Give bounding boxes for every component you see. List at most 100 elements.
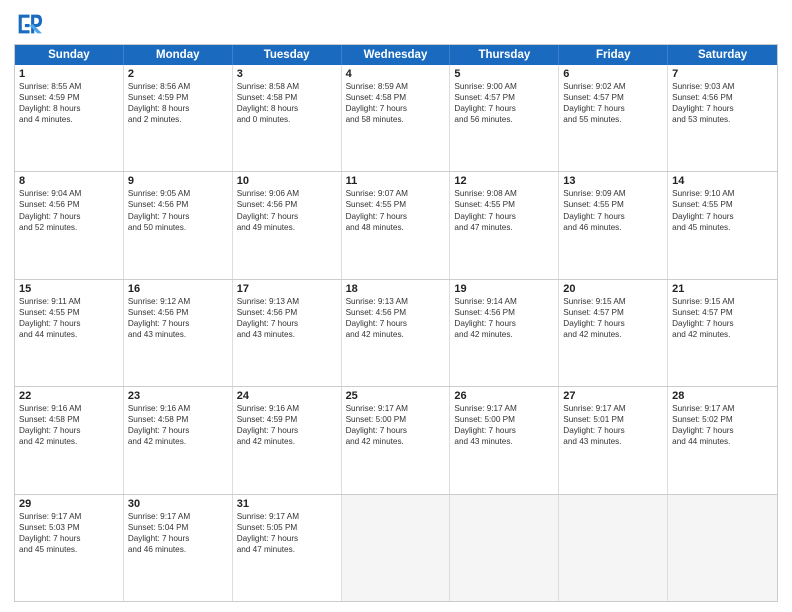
cell-line: Daylight: 8 hours xyxy=(128,103,228,114)
cell-line: and 42 minutes. xyxy=(19,436,119,447)
col-header-sunday: Sunday xyxy=(15,45,124,65)
day-number: 5 xyxy=(454,68,554,80)
cell-line: Sunset: 4:59 PM xyxy=(19,92,119,103)
cell-line: Sunrise: 9:15 AM xyxy=(672,296,773,307)
col-header-tuesday: Tuesday xyxy=(233,45,342,65)
day-cell-8: 8Sunrise: 9:04 AMSunset: 4:56 PMDaylight… xyxy=(15,172,124,278)
empty-cell xyxy=(559,495,668,601)
day-number: 6 xyxy=(563,68,663,80)
day-cell-16: 16Sunrise: 9:12 AMSunset: 4:56 PMDayligh… xyxy=(124,280,233,386)
cell-line: Sunrise: 9:02 AM xyxy=(563,81,663,92)
calendar-header: SundayMondayTuesdayWednesdayThursdayFrid… xyxy=(15,45,777,65)
day-number: 2 xyxy=(128,68,228,80)
cell-line: Sunset: 4:56 PM xyxy=(128,307,228,318)
logo xyxy=(14,10,46,38)
cell-line: Sunset: 4:58 PM xyxy=(346,92,446,103)
day-cell-18: 18Sunrise: 9:13 AMSunset: 4:56 PMDayligh… xyxy=(342,280,451,386)
cell-line: Sunrise: 9:11 AM xyxy=(19,296,119,307)
day-number: 3 xyxy=(237,68,337,80)
day-cell-22: 22Sunrise: 9:16 AMSunset: 4:58 PMDayligh… xyxy=(15,387,124,493)
day-number: 19 xyxy=(454,283,554,295)
cell-line: Daylight: 7 hours xyxy=(346,103,446,114)
day-cell-2: 2Sunrise: 8:56 AMSunset: 4:59 PMDaylight… xyxy=(124,65,233,171)
cell-line: Sunrise: 9:13 AM xyxy=(237,296,337,307)
day-cell-6: 6Sunrise: 9:02 AMSunset: 4:57 PMDaylight… xyxy=(559,65,668,171)
cell-line: Daylight: 7 hours xyxy=(563,318,663,329)
cell-line: Sunset: 4:58 PM xyxy=(128,414,228,425)
day-cell-20: 20Sunrise: 9:15 AMSunset: 4:57 PMDayligh… xyxy=(559,280,668,386)
calendar-body: 1Sunrise: 8:55 AMSunset: 4:59 PMDaylight… xyxy=(15,65,777,601)
cell-line: Daylight: 7 hours xyxy=(19,425,119,436)
cell-line: Daylight: 8 hours xyxy=(19,103,119,114)
cell-line: and 47 minutes. xyxy=(237,544,337,555)
day-number: 11 xyxy=(346,175,446,187)
cell-line: and 2 minutes. xyxy=(128,114,228,125)
day-cell-29: 29Sunrise: 9:17 AMSunset: 5:03 PMDayligh… xyxy=(15,495,124,601)
cell-line: Sunrise: 9:04 AM xyxy=(19,188,119,199)
cell-line: and 49 minutes. xyxy=(237,222,337,233)
day-cell-5: 5Sunrise: 9:00 AMSunset: 4:57 PMDaylight… xyxy=(450,65,559,171)
day-number: 15 xyxy=(19,283,119,295)
cell-line: Sunrise: 8:55 AM xyxy=(19,81,119,92)
week-row-4: 22Sunrise: 9:16 AMSunset: 4:58 PMDayligh… xyxy=(15,387,777,494)
day-cell-14: 14Sunrise: 9:10 AMSunset: 4:55 PMDayligh… xyxy=(668,172,777,278)
day-cell-25: 25Sunrise: 9:17 AMSunset: 5:00 PMDayligh… xyxy=(342,387,451,493)
day-cell-9: 9Sunrise: 9:05 AMSunset: 4:56 PMDaylight… xyxy=(124,172,233,278)
cell-line: and 42 minutes. xyxy=(563,329,663,340)
cell-line: Sunset: 5:02 PM xyxy=(672,414,773,425)
day-number: 14 xyxy=(672,175,773,187)
cell-line: Daylight: 7 hours xyxy=(128,318,228,329)
day-number: 17 xyxy=(237,283,337,295)
cell-line: and 55 minutes. xyxy=(563,114,663,125)
cell-line: Sunset: 4:56 PM xyxy=(237,307,337,318)
cell-line: Sunrise: 9:12 AM xyxy=(128,296,228,307)
day-cell-3: 3Sunrise: 8:58 AMSunset: 4:58 PMDaylight… xyxy=(233,65,342,171)
day-number: 28 xyxy=(672,390,773,402)
cell-line: Daylight: 7 hours xyxy=(128,533,228,544)
cell-line: Daylight: 7 hours xyxy=(237,318,337,329)
cell-line: Sunset: 4:58 PM xyxy=(19,414,119,425)
day-cell-12: 12Sunrise: 9:08 AMSunset: 4:55 PMDayligh… xyxy=(450,172,559,278)
day-cell-28: 28Sunrise: 9:17 AMSunset: 5:02 PMDayligh… xyxy=(668,387,777,493)
day-number: 13 xyxy=(563,175,663,187)
cell-line: Daylight: 7 hours xyxy=(237,211,337,222)
cell-line: Sunrise: 9:17 AM xyxy=(346,403,446,414)
day-cell-4: 4Sunrise: 8:59 AMSunset: 4:58 PMDaylight… xyxy=(342,65,451,171)
cell-line: Daylight: 7 hours xyxy=(454,211,554,222)
cell-line: Sunrise: 8:58 AM xyxy=(237,81,337,92)
empty-cell xyxy=(668,495,777,601)
cell-line: and 46 minutes. xyxy=(128,544,228,555)
cell-line: Daylight: 7 hours xyxy=(128,211,228,222)
cell-line: Sunrise: 9:17 AM xyxy=(237,511,337,522)
cell-line: and 48 minutes. xyxy=(346,222,446,233)
cell-line: Sunset: 5:00 PM xyxy=(454,414,554,425)
cell-line: Daylight: 7 hours xyxy=(563,425,663,436)
day-cell-1: 1Sunrise: 8:55 AMSunset: 4:59 PMDaylight… xyxy=(15,65,124,171)
cell-line: Daylight: 7 hours xyxy=(672,211,773,222)
cell-line: Daylight: 7 hours xyxy=(19,533,119,544)
week-row-1: 1Sunrise: 8:55 AMSunset: 4:59 PMDaylight… xyxy=(15,65,777,172)
cell-line: Sunset: 4:55 PM xyxy=(346,199,446,210)
cell-line: Sunrise: 9:17 AM xyxy=(563,403,663,414)
cell-line: and 47 minutes. xyxy=(454,222,554,233)
col-header-friday: Friday xyxy=(559,45,668,65)
day-cell-13: 13Sunrise: 9:09 AMSunset: 4:55 PMDayligh… xyxy=(559,172,668,278)
cell-line: Sunrise: 8:56 AM xyxy=(128,81,228,92)
cell-line: and 42 minutes. xyxy=(672,329,773,340)
cell-line: Sunset: 4:59 PM xyxy=(237,414,337,425)
col-header-monday: Monday xyxy=(124,45,233,65)
cell-line: and 42 minutes. xyxy=(346,436,446,447)
cell-line: Daylight: 7 hours xyxy=(346,318,446,329)
col-header-thursday: Thursday xyxy=(450,45,559,65)
cell-line: Sunrise: 9:16 AM xyxy=(128,403,228,414)
day-cell-23: 23Sunrise: 9:16 AMSunset: 4:58 PMDayligh… xyxy=(124,387,233,493)
cell-line: Daylight: 7 hours xyxy=(454,425,554,436)
cell-line: and 46 minutes. xyxy=(563,222,663,233)
cell-line: and 43 minutes. xyxy=(454,436,554,447)
day-cell-7: 7Sunrise: 9:03 AMSunset: 4:56 PMDaylight… xyxy=(668,65,777,171)
cell-line: Sunset: 4:56 PM xyxy=(237,199,337,210)
day-number: 22 xyxy=(19,390,119,402)
day-cell-10: 10Sunrise: 9:06 AMSunset: 4:56 PMDayligh… xyxy=(233,172,342,278)
cell-line: Sunrise: 9:17 AM xyxy=(19,511,119,522)
cell-line: Daylight: 7 hours xyxy=(672,425,773,436)
